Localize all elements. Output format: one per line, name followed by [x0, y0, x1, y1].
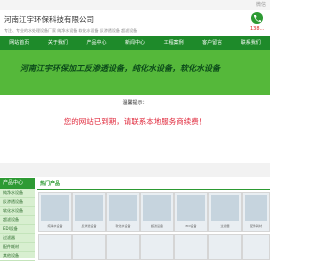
sidebar-item[interactable]: 纯净水设备 [0, 189, 35, 198]
nav-item-message[interactable]: 客户留言 [193, 36, 232, 50]
topbar-link[interactable]: 微信 [256, 1, 266, 8]
product-card[interactable] [174, 234, 208, 260]
modal-message: 您的网站已到期，请联系本地服务商续费！ [63, 117, 207, 126]
product-card[interactable] [106, 234, 140, 260]
product-image [75, 195, 103, 221]
product-image [177, 195, 205, 221]
sidebar-item[interactable]: 反渗透设备 [0, 198, 35, 207]
nav-item-home[interactable]: 网站首页 [0, 36, 39, 50]
product-card[interactable] [72, 234, 106, 260]
sidebar-item[interactable]: EDI设备 [0, 225, 35, 234]
expiry-modal: 温馨提示： 您的网站已到期，请联系本地服务商续费！ [0, 95, 270, 163]
product-caption: 配件耗材 [249, 224, 262, 228]
product-image [41, 195, 69, 221]
nav-item-contact[interactable]: 联系我们 [231, 36, 270, 50]
hero-banner: 河南江宇环保加工反渗透设备，纯化水设备，软化水设备 [0, 50, 270, 95]
product-card[interactable] [38, 234, 72, 260]
product-card[interactable]: 纯净水设备 [38, 192, 72, 232]
main-nav: 网站首页 关于我们 产品中心 新闻中心 工程案例 客户留言 联系我们 [0, 36, 270, 50]
products-heading-bar: 热门产品 [37, 178, 270, 190]
product-caption: 纯净水设备 [47, 224, 63, 228]
scroll-strip [0, 163, 270, 177]
product-card[interactable]: 过滤器 [208, 192, 242, 232]
product-card[interactable] [242, 234, 270, 260]
company-name: 河南江宇环保科技有限公司 [4, 15, 94, 24]
sidebar-item[interactable]: 配件耗材 [0, 243, 35, 252]
product-image [245, 195, 267, 221]
nav-item-cases[interactable]: 工程案例 [154, 36, 193, 50]
sidebar-item[interactable]: 超滤设备 [0, 216, 35, 225]
nav-item-products[interactable]: 产品中心 [77, 36, 116, 50]
modal-title: 温馨提示： [122, 100, 148, 106]
sidebar-heading: 产品中心 [0, 178, 35, 189]
sidebar: 产品中心 纯净水设备 反渗透设备 软化水设备 超滤设备 EDI设备 过滤器 配件… [0, 178, 35, 261]
product-card[interactable]: 软化水设备 [106, 192, 140, 232]
top-bar: 微信 [0, 0, 270, 10]
product-card[interactable]: 反渗透设备 [72, 192, 106, 232]
sidebar-item[interactable]: 软化水设备 [0, 207, 35, 216]
product-caption: 过滤器 [220, 224, 230, 228]
product-image [211, 195, 239, 221]
product-image [143, 195, 171, 221]
product-image [109, 195, 137, 221]
product-caption: 软化水设备 [115, 224, 131, 228]
tagline: 专注、专业的水处理设备厂家 纯净水设备 软化水设备 反渗透设备 超滤设备 [4, 28, 138, 33]
sidebar-item[interactable]: 过滤器 [0, 234, 35, 243]
hotline-number: 138... [250, 26, 265, 32]
nav-item-news[interactable]: 新闻中心 [116, 36, 155, 50]
product-caption: EDI设备 [185, 224, 197, 228]
product-card[interactable]: 配件耗材 [242, 192, 270, 232]
website-page: 微信 河南江宇环保科技有限公司 专注、专业的水处理设备厂家 纯净水设备 软化水设… [0, 0, 270, 261]
nav-item-about[interactable]: 关于我们 [39, 36, 78, 50]
product-caption: 反渗透设备 [81, 224, 97, 228]
product-card[interactable]: 超滤设备 [140, 192, 174, 232]
products-heading: 热门产品 [40, 181, 61, 187]
sidebar-item[interactable]: 其他设备 [0, 252, 35, 261]
product-card[interactable]: EDI设备 [174, 192, 208, 232]
product-card[interactable] [208, 234, 242, 260]
product-card[interactable] [140, 234, 174, 260]
product-caption: 超滤设备 [150, 224, 163, 228]
banner-title: 河南江宇环保加工反渗透设备，纯化水设备，软化水设备 [20, 64, 220, 73]
